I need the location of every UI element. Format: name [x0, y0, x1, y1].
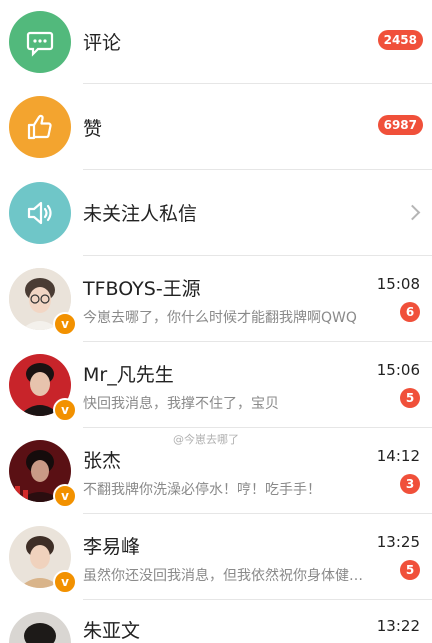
- chat-preview: 不翻我牌你洗澡必停水！哼！吃手手！: [83, 482, 321, 498]
- chat-preview: 今崽去哪了，你什么时候才能翻我牌啊QWQ: [83, 310, 357, 326]
- chat-row[interactable]: v TFBOYS-王源 15:08 今崽去哪了，你什么时候才能翻我牌啊QWQ 6: [0, 256, 432, 342]
- unread-count-badge: 6: [400, 302, 420, 322]
- chat-preview: 虽然你还没回我消息，但我依然祝你身体健…: [83, 568, 363, 584]
- chat-name: 张杰: [83, 450, 122, 472]
- chat-row[interactable]: 朱亚文 13:22: [0, 600, 432, 643]
- verified-badge: v: [53, 484, 77, 508]
- chat-row[interactable]: v 李易峰 13:25 虽然你还没回我消息，但我依然祝你身体健… 5: [0, 514, 432, 600]
- unread-count-badge: 5: [400, 560, 420, 580]
- chat-row[interactable]: v Mr_凡先生 15:06 快回我消息，我撑不住了，宝贝 5: [0, 342, 432, 428]
- speaker-icon: [9, 182, 71, 244]
- unread-count-badge: 5: [400, 388, 420, 408]
- chat-time: 14:12: [376, 447, 420, 465]
- message-list: 评论 2458 赞 6987 未关注人私信 v TFBOYS-王源 15:08 …: [0, 0, 432, 643]
- chat-preview: 快回我消息，我撑不住了，宝贝: [83, 396, 279, 412]
- verified-badge: v: [53, 570, 77, 594]
- thumbs-up-icon: [9, 96, 71, 158]
- chat-name: Mr_凡先生: [83, 364, 174, 386]
- chat-name: 李易峰: [83, 536, 141, 558]
- chat-time: 13:22: [376, 617, 420, 635]
- chat-name: 朱亚文: [83, 620, 141, 642]
- verified-badge: v: [53, 312, 77, 336]
- chat-time: 13:25: [376, 533, 420, 551]
- unfollowed-messages-label: 未关注人私信: [83, 203, 198, 225]
- comment-icon: [9, 11, 71, 73]
- chevron-right-icon: [404, 204, 421, 221]
- comments-label: 评论: [83, 32, 122, 54]
- likes-badge: 6987: [377, 115, 423, 135]
- chat-time: 15:06: [376, 361, 420, 379]
- chat-time: 15:08: [376, 275, 420, 293]
- avatar: [9, 612, 71, 643]
- verified-badge: v: [53, 398, 77, 422]
- comments-badge: 2458: [377, 30, 423, 50]
- watermark: @今崽去哪了: [173, 433, 239, 446]
- comments-row[interactable]: 评论 2458: [0, 0, 432, 84]
- likes-label: 赞: [83, 118, 103, 140]
- likes-row[interactable]: 赞 6987: [0, 84, 432, 170]
- unread-count-badge: 3: [400, 474, 420, 494]
- chat-name: TFBOYS-王源: [83, 278, 201, 300]
- unfollowed-messages-row[interactable]: 未关注人私信: [0, 170, 432, 256]
